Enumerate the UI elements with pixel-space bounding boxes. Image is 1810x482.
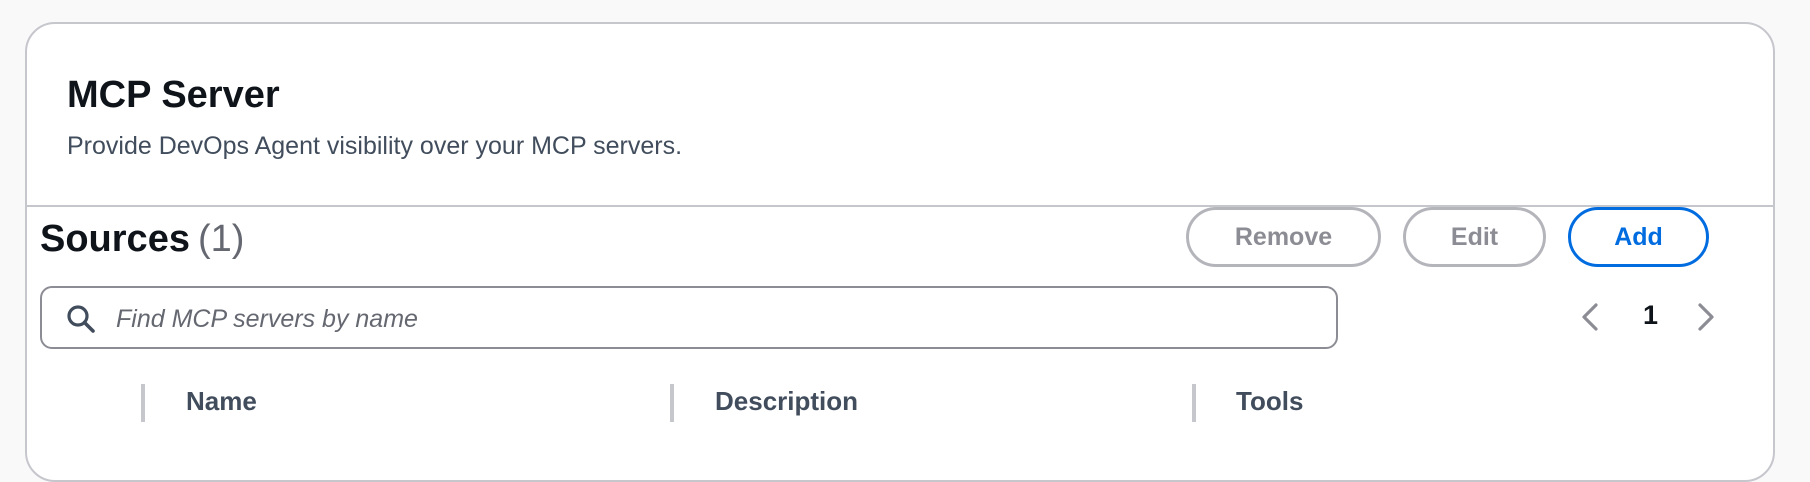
chevron-left-icon[interactable] <box>1578 300 1602 334</box>
panel-description: Provide DevOps Agent visibility over you… <box>67 132 683 160</box>
column-divider[interactable] <box>670 384 674 422</box>
column-divider[interactable] <box>141 384 145 422</box>
edit-button[interactable]: Edit <box>1403 207 1546 267</box>
panel-title: MCP Server <box>67 74 280 116</box>
pagination-current-page[interactable]: 1 <box>1643 302 1658 329</box>
sources-heading-label: Sources <box>40 218 190 260</box>
sources-heading: Sources (1) <box>40 220 244 258</box>
panel-header: MCP Server Provide DevOps Agent visibili… <box>27 24 1773 207</box>
column-divider[interactable] <box>1192 384 1196 422</box>
column-header-name[interactable]: Name <box>186 388 257 414</box>
add-button[interactable]: Add <box>1568 207 1709 267</box>
search-field[interactable] <box>40 286 1338 349</box>
sources-count: (1) <box>197 218 245 260</box>
chevron-right-icon[interactable] <box>1694 300 1718 334</box>
column-header-tools[interactable]: Tools <box>1236 388 1303 414</box>
column-header-description[interactable]: Description <box>715 388 858 414</box>
search-icon <box>67 305 95 333</box>
search-input[interactable] <box>114 298 1318 340</box>
remove-button[interactable]: Remove <box>1186 207 1381 267</box>
